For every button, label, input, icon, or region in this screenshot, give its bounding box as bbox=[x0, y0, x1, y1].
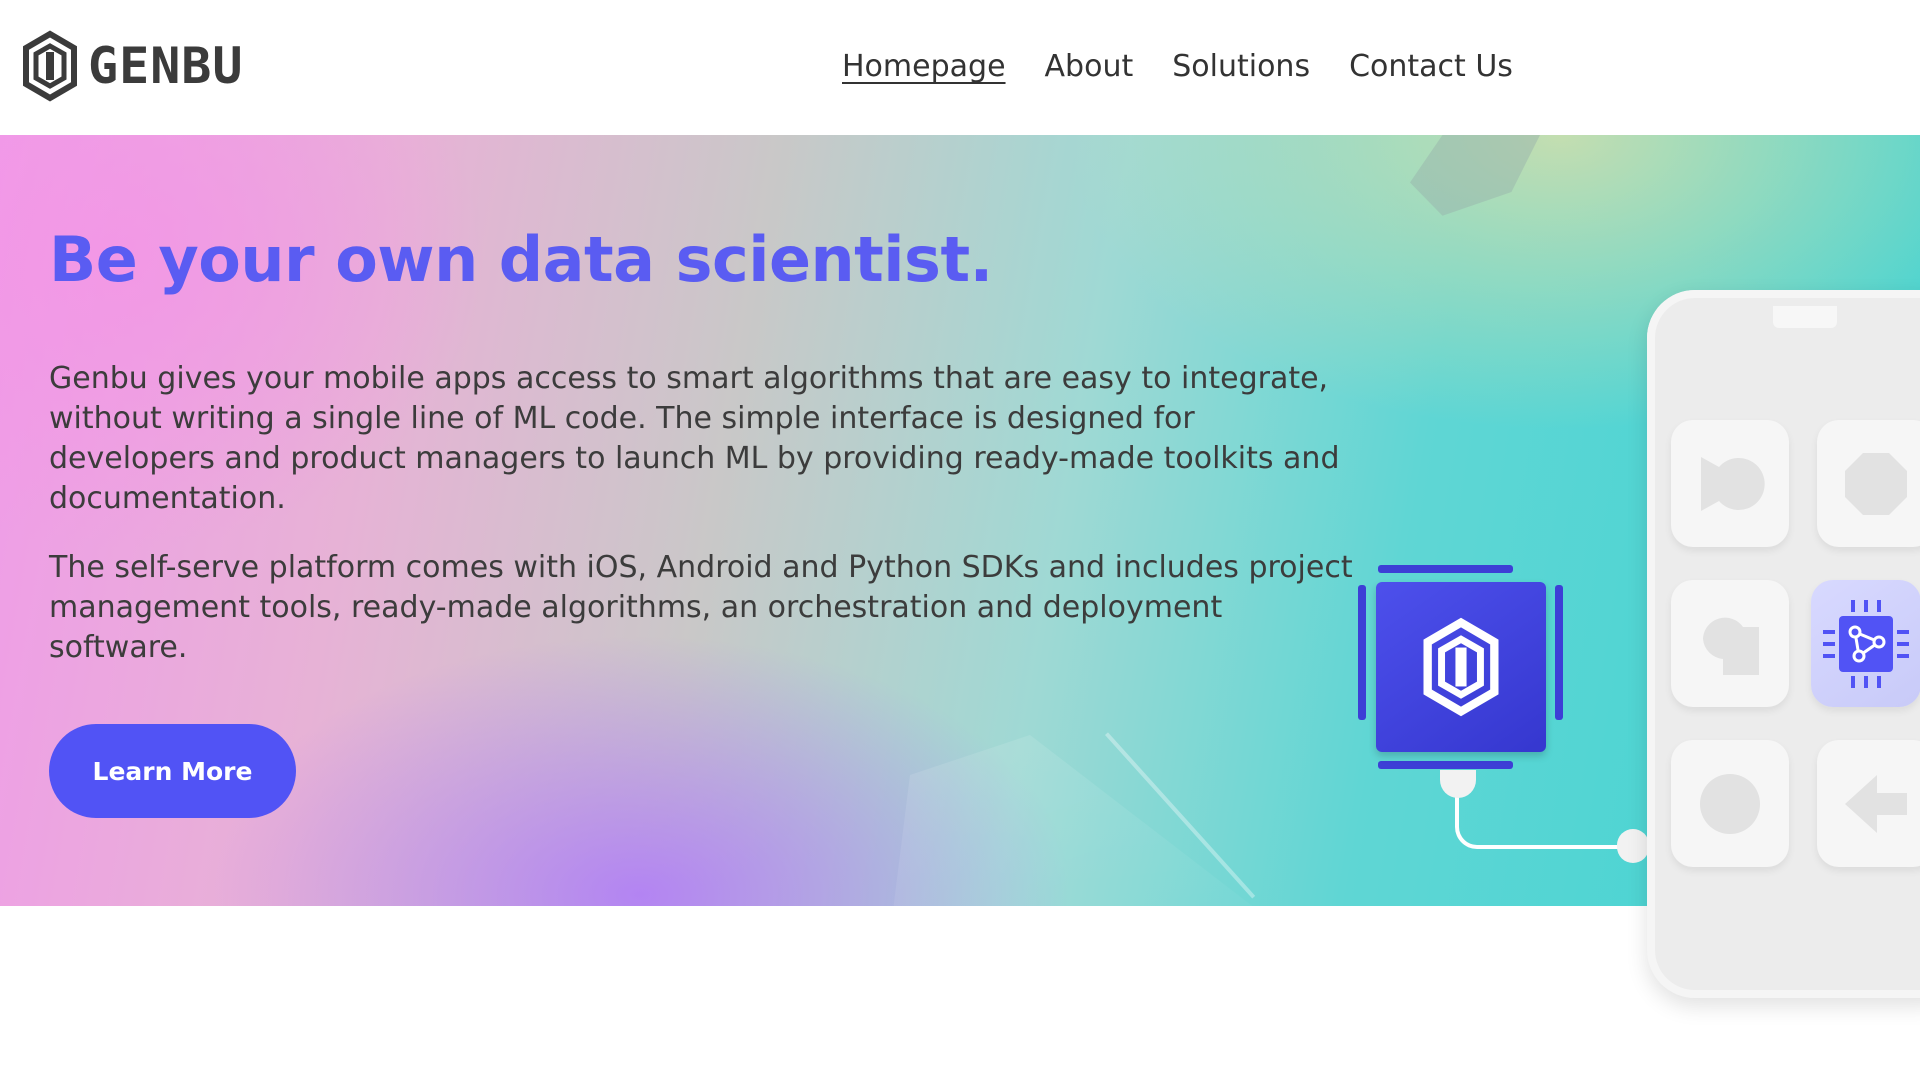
genbu-hexagon-logo-icon bbox=[23, 30, 77, 102]
phone-illustration bbox=[1647, 290, 1920, 998]
hero-paragraph-2: The self-serve platform comes with iOS, … bbox=[49, 550, 1353, 665]
app-tile bbox=[1817, 740, 1920, 867]
site-header: GENBU Homepage About Solutions Contact U… bbox=[0, 0, 1920, 135]
speech-bubble-icon bbox=[1701, 456, 1765, 511]
nav-link-homepage[interactable]: Homepage bbox=[842, 44, 1006, 90]
puzzle-icon bbox=[1703, 617, 1759, 675]
network-chip-icon bbox=[1823, 599, 1909, 688]
app-tile bbox=[1817, 420, 1920, 547]
main-nav: Homepage About Solutions Contact Us bbox=[842, 44, 1513, 90]
cable-end bbox=[1617, 829, 1649, 863]
arrow-left-icon bbox=[1845, 774, 1907, 833]
chip-pin-bar bbox=[1555, 585, 1563, 720]
decorative-shape bbox=[1410, 135, 1540, 216]
decorative-shape bbox=[890, 735, 1290, 906]
octagon-icon bbox=[1845, 452, 1907, 515]
logo-text: GENBU bbox=[88, 37, 244, 95]
chip-pin-bar bbox=[1378, 565, 1513, 573]
nav-link-about[interactable]: About bbox=[1045, 44, 1134, 90]
hero-title: Be your own data scientist. bbox=[49, 223, 993, 296]
nav-link-solutions[interactable]: Solutions bbox=[1172, 44, 1310, 90]
circle-icon bbox=[1700, 773, 1760, 834]
genbu-hexagon-logo-icon bbox=[1423, 617, 1499, 717]
nav-link-contact-us[interactable]: Contact Us bbox=[1349, 44, 1513, 90]
app-tile bbox=[1671, 740, 1789, 867]
chip-body bbox=[1376, 582, 1546, 752]
chip-pin-bar bbox=[1378, 761, 1513, 769]
chip-pin-bar bbox=[1358, 585, 1366, 720]
app-tile-active bbox=[1811, 580, 1920, 707]
chip-illustration bbox=[1358, 565, 1563, 770]
app-tile bbox=[1671, 420, 1789, 547]
phone-notch bbox=[1773, 306, 1837, 328]
hero-paragraph-1: Genbu gives your mobile apps access to s… bbox=[49, 361, 1340, 516]
genbu-logo[interactable]: GENBU bbox=[22, 28, 244, 104]
learn-more-button[interactable]: Learn More bbox=[49, 724, 296, 818]
app-tile bbox=[1671, 580, 1789, 707]
